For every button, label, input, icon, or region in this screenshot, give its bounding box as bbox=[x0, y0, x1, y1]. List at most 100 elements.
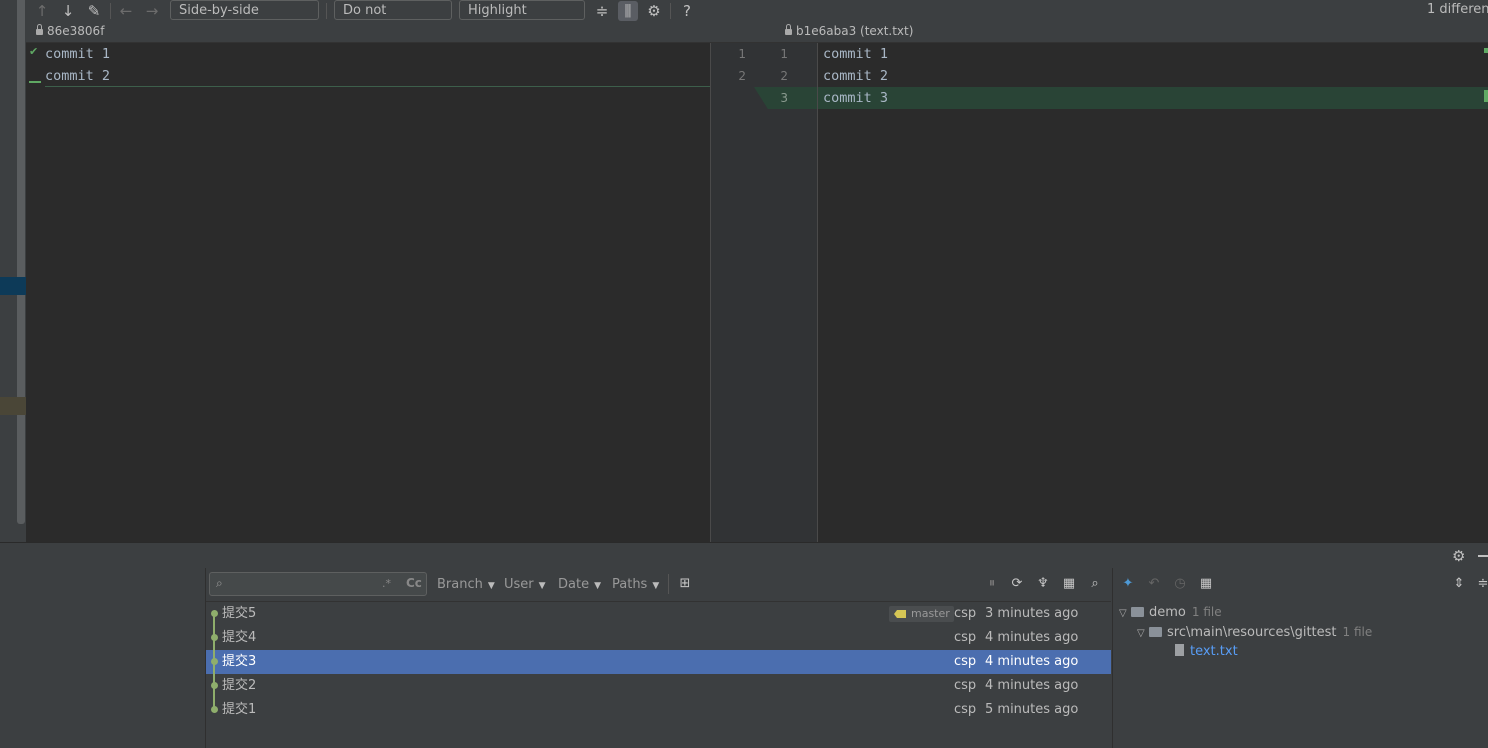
log-search-field[interactable]: ⌕ .* Cc bbox=[209, 572, 427, 596]
code-line: commit 2 bbox=[823, 68, 889, 84]
cherry-pick-icon[interactable]: ♆ bbox=[1035, 576, 1051, 592]
left-revision-header: 86e3806f bbox=[36, 24, 104, 38]
help-icon[interactable]: ? bbox=[677, 1, 697, 21]
commit-date: 4 minutes ago bbox=[985, 678, 1079, 693]
line-number-gutter: 1 2 1 2 bbox=[711, 43, 817, 542]
sync-scroll-icon[interactable]: ⫼ bbox=[618, 1, 638, 21]
commit-row[interactable]: 提交4 csp 4 minutes ago bbox=[206, 626, 1111, 650]
chevron-down-icon: ▼ bbox=[538, 581, 546, 591]
date-filter[interactable]: Date ▼ bbox=[558, 577, 601, 592]
tree-node-label: src\main\resources\gittest bbox=[1167, 625, 1337, 640]
branch-filter[interactable]: Branch ▼ bbox=[437, 577, 495, 592]
chevron-down-icon: ▼ bbox=[652, 581, 660, 591]
log-empty-area bbox=[206, 722, 1111, 748]
refresh-icon[interactable]: ⟳ bbox=[1009, 576, 1025, 592]
ignore-whitespace-dropdown[interactable]: Do not ignore▼ bbox=[334, 0, 452, 38]
highlight-marker bbox=[0, 277, 26, 295]
commit-row-selected[interactable]: 提交3 csp 4 minutes ago bbox=[206, 650, 1111, 674]
commit-row[interactable]: 提交5 master csp 3 minutes ago bbox=[206, 602, 1111, 626]
search-input[interactable] bbox=[234, 575, 378, 595]
commit-log-pane: ⌕ .* Cc Branch ▼ User ▼ Date ▼ Paths ▼ ⊞ ⏸ ⟳… bbox=[206, 568, 1111, 748]
next-difference-icon[interactable]: ↓ bbox=[58, 1, 78, 21]
commit-row[interactable]: 提交2 csp 4 minutes ago bbox=[206, 674, 1111, 698]
tree-node-label: demo bbox=[1149, 605, 1186, 620]
git-toolwindow-title: ⚙ bbox=[0, 542, 1488, 569]
tree-node-root[interactable]: ▽ demo 1 file bbox=[1119, 602, 1222, 622]
project-side-strip bbox=[0, 0, 26, 542]
expand-all-icon[interactable]: ⇕ bbox=[1451, 576, 1467, 592]
toolbar-separator bbox=[668, 574, 669, 594]
gear-icon[interactable]: ⚙ bbox=[1452, 547, 1465, 565]
collapse-unchanged-icon[interactable]: ≑ bbox=[592, 1, 612, 21]
commit-message: 提交5 bbox=[222, 606, 257, 621]
module-folder-icon bbox=[1131, 607, 1144, 617]
differences-count: 1 difference bbox=[1427, 2, 1488, 17]
right-revision-label: b1e6aba3 (text.txt) bbox=[796, 24, 914, 38]
gear-icon[interactable]: ⚙ bbox=[644, 1, 664, 21]
commit-author: csp bbox=[954, 606, 977, 621]
group-by-icon[interactable]: ▦ bbox=[1198, 576, 1214, 592]
file-count: 1 file bbox=[1342, 625, 1373, 639]
branches-pane bbox=[0, 568, 206, 748]
tree-node-folder[interactable]: ▽ src\main\resources\gittest 1 file bbox=[1137, 622, 1372, 642]
paths-filter[interactable]: Paths ▼ bbox=[612, 577, 659, 592]
minimize-icon[interactable] bbox=[1478, 555, 1488, 557]
match-case-toggle[interactable]: Cc bbox=[406, 576, 422, 590]
commit-date: 5 minutes ago bbox=[985, 702, 1079, 717]
check-icon: ✔ bbox=[29, 45, 39, 58]
highlight-mode-dropdown[interactable]: Highlight words▼ bbox=[459, 0, 585, 38]
folder-icon bbox=[1149, 627, 1162, 637]
diff-header-row: 86e3806f b1e6aba3 (text.txt) bbox=[26, 22, 1488, 43]
commit-author: csp bbox=[954, 702, 977, 717]
left-revision-label: 86e3806f bbox=[47, 24, 105, 38]
back-arrow-icon[interactable]: ← bbox=[116, 1, 136, 21]
commit-row[interactable]: 提交1 csp 5 minutes ago bbox=[206, 698, 1111, 722]
lock-icon bbox=[785, 24, 792, 35]
previous-difference-icon[interactable]: ↑ bbox=[32, 1, 52, 21]
new-tab-icon[interactable]: ⊞ bbox=[677, 576, 693, 592]
changed-files-pane: ✦ ↶ ◷ ▦ ⇕ ≑ ▽ demo 1 file ▽ src\main\resour… bbox=[1112, 568, 1488, 748]
code-line: commit 3 bbox=[823, 90, 889, 106]
toolbar-separator bbox=[110, 3, 111, 19]
editor-scrollbar[interactable] bbox=[17, 0, 25, 524]
code-line: commit 1 bbox=[45, 46, 111, 62]
right-editor-pane[interactable] bbox=[818, 43, 1488, 542]
forward-arrow-icon[interactable]: → bbox=[142, 1, 162, 21]
code-line: commit 1 bbox=[823, 46, 889, 62]
left-editor-pane[interactable]: ✔ commit 1 commit 2 bbox=[26, 43, 710, 542]
pause-icon[interactable]: ⏸ bbox=[984, 576, 1000, 592]
revert-icon[interactable]: ↶ bbox=[1146, 576, 1162, 592]
user-filter[interactable]: User ▼ bbox=[504, 577, 546, 592]
commit-message: 提交4 bbox=[222, 630, 257, 645]
commit-author: csp bbox=[954, 654, 977, 669]
left-line-number: 2 bbox=[738, 69, 746, 83]
regex-toggle[interactable]: .* bbox=[382, 577, 391, 590]
search-icon: ⌕ bbox=[216, 576, 223, 590]
right-revision-header: b1e6aba3 (text.txt) bbox=[785, 24, 913, 38]
search-icon[interactable]: ⌕ bbox=[1087, 576, 1103, 592]
left-line-number: 1 bbox=[738, 47, 746, 61]
date-filter-label: Date bbox=[558, 577, 590, 592]
added-line-highlight bbox=[818, 87, 1488, 109]
highlight-marker bbox=[0, 397, 26, 415]
user-filter-label: User bbox=[504, 577, 534, 592]
grid-icon[interactable]: ▦ bbox=[1061, 576, 1077, 592]
changed-file-name: text.txt bbox=[1190, 644, 1238, 659]
history-icon[interactable]: ◷ bbox=[1172, 576, 1188, 592]
show-diff-icon[interactable]: ✦ bbox=[1120, 576, 1136, 592]
commit-date: 4 minutes ago bbox=[985, 654, 1079, 669]
commit-author: csp bbox=[954, 678, 977, 693]
branch-filter-label: Branch bbox=[437, 577, 483, 592]
commit-author: csp bbox=[954, 630, 977, 645]
edit-source-icon[interactable]: ✎ bbox=[84, 1, 104, 21]
chevron-down-icon: ▽ bbox=[1137, 628, 1145, 639]
collapse-all-icon[interactable]: ≑ bbox=[1475, 576, 1488, 592]
viewer-mode-dropdown[interactable]: Side-by-side viewer▼ bbox=[170, 0, 319, 38]
right-line-number: 3 bbox=[780, 91, 788, 105]
toolbar-separator bbox=[326, 3, 327, 19]
commit-message: 提交2 bbox=[222, 678, 257, 693]
toolbar-separator bbox=[670, 3, 671, 19]
commit-message: 提交1 bbox=[222, 702, 257, 717]
commit-date: 4 minutes ago bbox=[985, 630, 1079, 645]
tree-node-file[interactable]: text.txt bbox=[1175, 642, 1238, 662]
